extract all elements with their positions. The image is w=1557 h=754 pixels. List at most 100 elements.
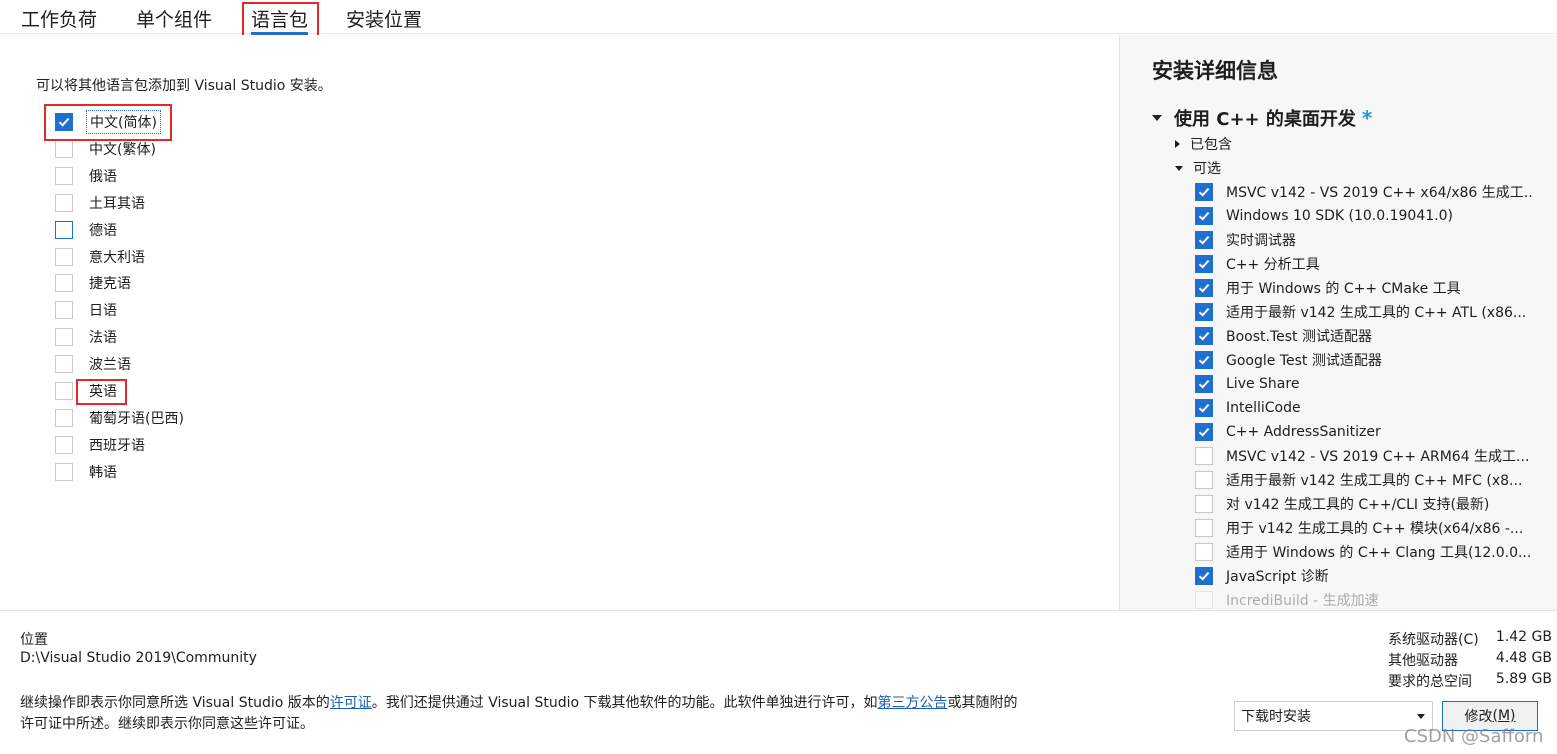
tab-workloads[interactable]: 工作负荷 bbox=[21, 5, 97, 32]
component-label: Google Test 测试适配器 bbox=[1226, 353, 1382, 369]
tab-individual-components[interactable]: 单个组件 bbox=[136, 5, 212, 32]
language-row[interactable]: 波兰语 bbox=[55, 353, 134, 375]
language-label: 德语 bbox=[89, 222, 117, 239]
checkbox-checked-icon[interactable] bbox=[1195, 183, 1213, 201]
checkbox-checked-icon[interactable] bbox=[1195, 231, 1213, 249]
checkbox-icon[interactable] bbox=[1195, 543, 1213, 561]
optional-component-row[interactable]: MSVC v142 - VS 2019 C++ x64/x86 生成工... bbox=[1195, 181, 1533, 203]
tab-language-packs[interactable]: 语言包 bbox=[251, 5, 309, 35]
checkbox-icon[interactable] bbox=[55, 462, 73, 481]
language-label: 葡萄牙语(巴西) bbox=[89, 410, 184, 427]
component-label: Windows 10 SDK (10.0.19041.0) bbox=[1226, 208, 1453, 224]
checkbox-checked-icon[interactable] bbox=[1195, 327, 1213, 345]
language-label: 中文(简体) bbox=[86, 110, 161, 134]
space-row-other-drives: 其他驱动器 4.48 GB bbox=[1388, 650, 1552, 669]
language-row[interactable]: 葡萄牙语(巴西) bbox=[55, 407, 187, 429]
optional-component-row[interactable]: 对 v142 生成工具的 C++/CLI 支持(最新) bbox=[1195, 493, 1492, 515]
language-row[interactable]: 中文(简体) bbox=[55, 110, 161, 134]
license-link[interactable]: 许可证 bbox=[330, 695, 372, 711]
optional-component-row[interactable]: 用于 v142 生成工具的 C++ 模块(x64/x86 -... bbox=[1195, 517, 1526, 539]
checkbox-checked-icon[interactable] bbox=[1195, 303, 1213, 321]
checkbox-checked-icon[interactable] bbox=[1195, 423, 1213, 441]
language-row[interactable]: 捷克语 bbox=[55, 272, 134, 294]
language-row[interactable]: 西班牙语 bbox=[55, 434, 148, 456]
installation-details-panel: 安装详细信息 使用 C++ 的桌面开发 * 已包含 可选 MSVC v142 -… bbox=[1119, 35, 1557, 610]
location-label: 位置 bbox=[20, 632, 48, 648]
optional-component-row[interactable]: 适用于最新 v142 生成工具的 C++ MFC (x8... bbox=[1195, 469, 1525, 491]
checkbox-checked-icon[interactable] bbox=[1195, 279, 1213, 297]
optional-component-row[interactable]: Live Share bbox=[1195, 373, 1302, 395]
workload-name: 使用 C++ 的桌面开发 bbox=[1174, 109, 1356, 130]
checkbox-icon[interactable] bbox=[1195, 591, 1213, 609]
checkbox-icon[interactable] bbox=[1195, 471, 1213, 489]
checkbox-icon[interactable] bbox=[55, 220, 73, 239]
language-row[interactable]: 俄语 bbox=[55, 165, 120, 187]
language-row[interactable]: 日语 bbox=[55, 299, 120, 321]
checkbox-icon[interactable] bbox=[55, 166, 73, 185]
component-label: C++ 分析工具 bbox=[1226, 257, 1320, 273]
component-label: 适用于最新 v142 生成工具的 C++ ATL (x86... bbox=[1226, 305, 1527, 321]
optional-component-row[interactable]: 适用于最新 v142 生成工具的 C++ ATL (x86... bbox=[1195, 301, 1529, 323]
language-row[interactable]: 法语 bbox=[55, 326, 120, 348]
included-section[interactable]: 已包含 bbox=[1175, 134, 1232, 154]
third-party-notices-link[interactable]: 第三方公告 bbox=[878, 695, 948, 711]
checkbox-icon[interactable] bbox=[55, 301, 73, 320]
optional-component-row[interactable]: JavaScript 诊断 bbox=[1195, 565, 1332, 587]
chevron-down-icon bbox=[1417, 714, 1425, 719]
checkbox-icon[interactable] bbox=[55, 382, 73, 400]
optional-component-row[interactable]: MSVC v142 - VS 2019 C++ ARM64 生成工... bbox=[1195, 445, 1532, 467]
language-row[interactable]: 中文(繁体) bbox=[55, 138, 159, 160]
optional-component-row[interactable]: Windows 10 SDK (10.0.19041.0) bbox=[1195, 205, 1456, 227]
optional-component-row[interactable]: IncrediBuild - 生成加速 bbox=[1195, 589, 1382, 610]
collapse-icon bbox=[1152, 115, 1162, 121]
optional-component-row[interactable]: IntelliCode bbox=[1195, 397, 1304, 419]
language-row[interactable]: 土耳其语 bbox=[55, 192, 148, 214]
component-label: C++ AddressSanitizer bbox=[1226, 424, 1381, 440]
language-row[interactable]: 意大利语 bbox=[55, 246, 148, 268]
optional-component-row[interactable]: C++ 分析工具 bbox=[1195, 253, 1323, 275]
optional-component-row[interactable]: C++ AddressSanitizer bbox=[1195, 421, 1384, 443]
checkbox-icon[interactable] bbox=[1195, 519, 1213, 537]
language-row[interactable]: 韩语 bbox=[55, 461, 120, 483]
checkbox-checked-icon[interactable] bbox=[1195, 567, 1213, 585]
language-label: 波兰语 bbox=[89, 357, 131, 374]
checkbox-checked-icon[interactable] bbox=[55, 113, 73, 131]
modified-star: * bbox=[1361, 106, 1373, 130]
optional-section[interactable]: 可选 bbox=[1175, 158, 1221, 178]
checkbox-icon[interactable] bbox=[55, 193, 73, 212]
component-label: MSVC v142 - VS 2019 C++ ARM64 生成工... bbox=[1226, 449, 1530, 465]
checkbox-icon[interactable] bbox=[55, 435, 73, 454]
optional-component-row[interactable]: Google Test 测试适配器 bbox=[1195, 349, 1385, 371]
tab-install-locations[interactable]: 安装位置 bbox=[346, 5, 422, 32]
checkbox-icon[interactable] bbox=[55, 328, 73, 347]
component-label: 用于 Windows 的 C++ CMake 工具 bbox=[1226, 281, 1461, 297]
checkbox-icon[interactable] bbox=[55, 247, 73, 266]
component-label: 用于 v142 生成工具的 C++ 模块(x64/x86 -... bbox=[1226, 521, 1524, 537]
checkbox-checked-icon[interactable] bbox=[1195, 399, 1213, 417]
checkbox-icon[interactable] bbox=[55, 274, 73, 293]
component-label: Boost.Test 测试适配器 bbox=[1226, 329, 1372, 345]
optional-component-row[interactable]: 适用于 Windows 的 C++ Clang 工具(12.0.0... bbox=[1195, 541, 1533, 563]
checkbox-checked-icon[interactable] bbox=[1195, 375, 1213, 393]
checkbox-icon[interactable] bbox=[55, 139, 73, 158]
checkbox-icon[interactable] bbox=[55, 408, 73, 427]
checkbox-icon[interactable] bbox=[1195, 447, 1213, 465]
language-label: 韩语 bbox=[89, 464, 117, 481]
language-label: 英语 bbox=[89, 384, 117, 400]
checkbox-checked-icon[interactable] bbox=[1195, 255, 1213, 273]
optional-component-row[interactable]: 用于 Windows 的 C++ CMake 工具 bbox=[1195, 277, 1464, 299]
language-label: 法语 bbox=[89, 330, 117, 347]
optional-component-row[interactable]: Boost.Test 测试适配器 bbox=[1195, 325, 1375, 347]
checkbox-checked-icon[interactable] bbox=[1195, 207, 1213, 225]
checkbox-icon[interactable] bbox=[1195, 495, 1213, 513]
checkbox-checked-icon[interactable] bbox=[1195, 351, 1213, 369]
expand-icon bbox=[1175, 140, 1180, 148]
component-label: IntelliCode bbox=[1226, 400, 1301, 416]
language-row[interactable]: 英语 bbox=[55, 380, 120, 402]
language-row[interactable]: 德语 bbox=[55, 219, 120, 241]
location-path: D:\Visual Studio 2019\Community bbox=[20, 650, 257, 666]
optional-component-row[interactable]: 实时调试器 bbox=[1195, 229, 1299, 251]
workload-heading[interactable]: 使用 C++ 的桌面开发 * bbox=[1152, 105, 1372, 131]
disk-space-summary: 系统驱动器(C) 1.42 GB 其他驱动器 4.48 GB 要求的总空间 5.89 … bbox=[1388, 629, 1552, 692]
checkbox-icon[interactable] bbox=[55, 355, 73, 374]
